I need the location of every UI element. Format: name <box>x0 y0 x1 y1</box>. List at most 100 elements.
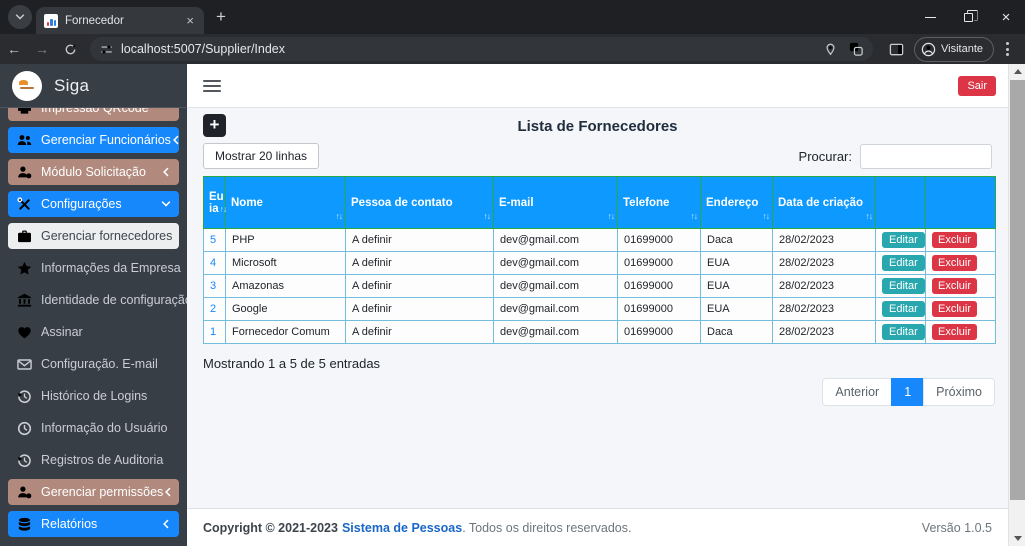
chevron-down-icon <box>15 12 25 22</box>
delete-button[interactable]: Excluir <box>932 324 978 340</box>
header-id[interactable]: Eu ia <box>203 176 226 229</box>
delete-button[interactable]: Excluir <box>932 301 978 317</box>
showing-entries-text: Mostrando 1 a 5 de 5 entradas <box>203 356 381 371</box>
chevron-left-icon <box>161 167 171 177</box>
cell-email: dev@gmail.com <box>493 274 618 298</box>
browser-menu-button[interactable] <box>1006 42 1009 56</box>
sidebar-item-gerenciar-permissoes[interactable]: Gerenciar permissões <box>8 479 179 505</box>
sidebar-item-gerenciar-fornecedores[interactable]: Gerenciar fornecedores <box>8 223 179 249</box>
header-endereco[interactable]: Endereço <box>700 176 773 229</box>
sidebar-item-historico-de-logins[interactable]: Histórico de Logins <box>8 383 179 409</box>
profile-name: Visitante <box>941 43 983 55</box>
delete-button[interactable]: Excluir <box>932 232 978 248</box>
forward-button[interactable] <box>28 41 56 57</box>
sidebar-item-label: Assinar <box>41 325 83 339</box>
header-nome[interactable]: Nome <box>225 176 346 229</box>
close-button[interactable] <box>987 0 1025 34</box>
back-button[interactable] <box>0 41 28 57</box>
sidebar-item-relatorios[interactable]: Relatórios <box>8 511 179 537</box>
chevron-left-icon <box>163 487 173 497</box>
cell-id: 4 <box>203 251 226 275</box>
cell-endereco: EUA <box>700 297 773 321</box>
logout-button[interactable]: Sair <box>958 75 996 96</box>
edit-button[interactable]: Editar <box>882 232 925 248</box>
cell-nome: Amazonas <box>225 274 346 298</box>
translate-icon[interactable] <box>849 42 863 56</box>
delete-button[interactable]: Excluir <box>932 255 978 271</box>
search-input[interactable] <box>860 143 992 169</box>
edit-button[interactable]: Editar <box>882 255 925 271</box>
scroll-down-arrow[interactable] <box>1009 531 1025 546</box>
cell-data: 28/02/2023 <box>772 274 876 298</box>
header-contato[interactable]: Pessoa de contato <box>345 176 494 229</box>
pagination-next[interactable]: Próximo <box>923 378 995 406</box>
scrollbar-thumb[interactable] <box>1010 80 1025 500</box>
address-bar[interactable]: localhost:5007/Supplier/Index <box>90 37 873 61</box>
envelope-icon <box>17 357 32 372</box>
cell-nome: Fornecedor Comum <box>225 320 346 344</box>
sidebar-item-label: Informações da Empresa <box>41 261 181 275</box>
edit-button[interactable]: Editar <box>882 278 925 294</box>
show-rows-button[interactable]: Mostrar 20 linhas <box>203 143 320 169</box>
refresh-button[interactable] <box>56 43 84 56</box>
table-header-row: Eu ia Nome Pessoa de contato E-mail Tele… <box>203 176 996 229</box>
header-data-criacao[interactable]: Data de criação <box>772 176 876 229</box>
sidebar: Siga Impressão QRcode Gerenciar Funcioná… <box>0 64 187 546</box>
sidebar-item-assinar[interactable]: Assinar <box>8 319 179 345</box>
sidebar-item-informacoes-da-empresa[interactable]: Informações da Empresa <box>8 255 181 281</box>
sidebar-item-configuracoes[interactable]: Configurações <box>8 191 179 217</box>
cell-id: 3 <box>203 274 226 298</box>
side-panel-icon[interactable] <box>889 42 904 57</box>
sidebar-item-label: Configurações <box>41 197 122 211</box>
users-icon <box>17 133 32 148</box>
cell-telefone: 01699000 <box>617 228 701 252</box>
app-brand[interactable]: Siga <box>0 64 187 108</box>
location-pin-icon[interactable] <box>824 43 837 56</box>
suppliers-table: Eu ia Nome Pessoa de contato E-mail Tele… <box>203 176 996 344</box>
sidebar-item-label: Configuração. E-mail <box>41 357 158 371</box>
scroll-up-arrow[interactable] <box>1009 64 1025 79</box>
footer-brand-link[interactable]: Sistema de Pessoas <box>342 521 462 535</box>
chevron-left-icon <box>161 519 171 529</box>
site-settings-icon[interactable] <box>100 43 113 56</box>
pagination-previous[interactable]: Anterior <box>822 378 893 406</box>
table-row: 4 Microsoft A definir dev@gmail.com 0169… <box>203 251 996 275</box>
favicon <box>44 13 58 28</box>
user-badge-icon <box>17 485 32 500</box>
cell-telefone: 01699000 <box>617 297 701 321</box>
header-excluir <box>925 176 996 229</box>
hamburger-menu-icon[interactable] <box>203 79 221 92</box>
edit-button[interactable]: Editar <box>882 301 925 317</box>
cell-editar: Editar <box>875 228 926 252</box>
header-telefone[interactable]: Telefone <box>617 176 701 229</box>
header-email[interactable]: E-mail <box>493 176 618 229</box>
edit-button[interactable]: Editar <box>882 324 925 340</box>
tab-search-button[interactable] <box>8 5 32 29</box>
sidebar-item-configuracao-email[interactable]: Configuração. E-mail <box>8 351 179 377</box>
person-circle-icon <box>921 42 936 57</box>
minimize-button[interactable] <box>911 0 949 34</box>
sidebar-item-gerenciar-funcionarios[interactable]: Gerenciar Funcionários <box>8 127 179 153</box>
sidebar-item-informacao-do-usuario[interactable]: Informação do Usuário <box>8 415 179 441</box>
delete-button[interactable]: Excluir <box>932 278 978 294</box>
tools-icon <box>17 197 32 212</box>
browser-tab[interactable]: Fornecedor <box>36 7 204 34</box>
pagination-page-1[interactable]: 1 <box>891 378 925 406</box>
tab-close-icon[interactable] <box>184 13 196 28</box>
cell-email: dev@gmail.com <box>493 297 618 321</box>
sidebar-item-identidade-de-configuracao[interactable]: Identidade de configuração <box>8 287 187 313</box>
url-text[interactable]: localhost:5007/Supplier/Index <box>121 42 812 56</box>
cell-editar: Editar <box>875 320 926 344</box>
page-scrollbar[interactable] <box>1008 64 1025 546</box>
restore-button[interactable] <box>949 0 987 34</box>
pagination: Anterior 1 Próximo <box>203 378 995 406</box>
heart-icon <box>17 325 32 340</box>
new-tab-button[interactable] <box>216 7 226 27</box>
cell-telefone: 01699000 <box>617 320 701 344</box>
sidebar-item-registros-de-auditoria[interactable]: Registros de Auditoria <box>8 447 179 473</box>
profile-button[interactable]: Visitante <box>914 36 994 62</box>
cell-contato: A definir <box>345 228 494 252</box>
cell-contato: A definir <box>345 297 494 321</box>
sidebar-item-modulo-solicitacao[interactable]: Módulo Solicitação <box>8 159 179 185</box>
sidebar-item-impressao-qrcode[interactable]: Impressão QRcode <box>8 108 179 121</box>
